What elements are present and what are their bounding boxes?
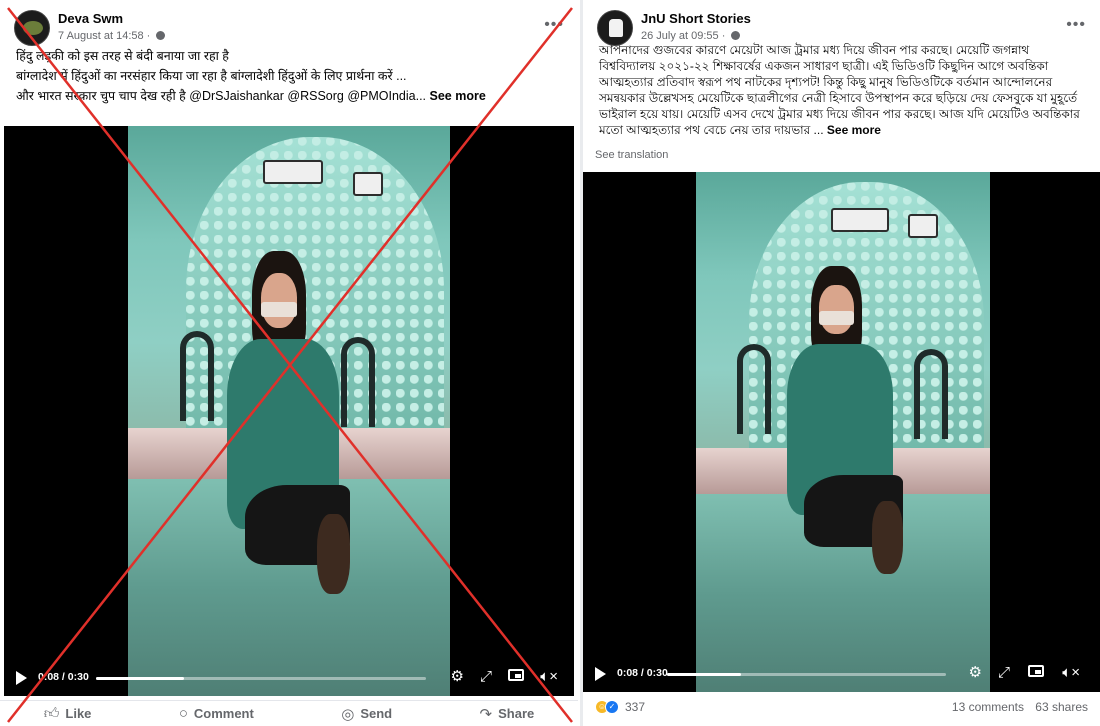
signboard	[263, 160, 324, 185]
post-actions: 👍︎ Like ○ Comment ◎ Send ↷ Share	[0, 700, 578, 726]
play-icon[interactable]	[595, 667, 606, 681]
comment-icon: ○	[178, 705, 188, 722]
globe-icon	[156, 31, 166, 40]
video-progress-fill	[96, 677, 185, 680]
post-header: Deva Swm 7 August at 14:58 · •••	[14, 10, 564, 50]
author-name[interactable]: Deva Swm	[58, 11, 123, 26]
video-player[interactable]: 0:08 / 0:30 ⚙ ⤢ 🔈︎×	[583, 172, 1100, 692]
signboard	[831, 208, 890, 233]
share-label: Share	[498, 706, 535, 721]
like-reaction-icon: ✓	[605, 700, 619, 714]
mouth-tape	[819, 311, 854, 325]
share-button[interactable]: ↷ Share	[480, 705, 535, 723]
see-translation-link[interactable]: See translation	[595, 149, 668, 161]
like-button[interactable]: 👍︎ Like	[44, 705, 92, 723]
comment-button[interactable]: ○ Comment	[179, 705, 254, 722]
post-text-line: बांग्लादेश में हिंदुओं का नरसंहार किया ज…	[16, 69, 407, 83]
face	[819, 285, 854, 335]
video-frame	[128, 126, 450, 696]
more-options-icon[interactable]: •••	[1066, 16, 1086, 34]
post-timestamp[interactable]: 26 July at 09:55 ·	[641, 30, 741, 42]
share-icon: ↷	[479, 705, 493, 723]
comment-count[interactable]: 13 comments	[952, 700, 1024, 714]
share-count[interactable]: 63 shares	[1035, 700, 1088, 714]
post-text-line-3: और भारत सरकार चुप चाप देख रही है @DrSJai…	[16, 89, 427, 103]
signboard	[353, 171, 384, 196]
signboard	[907, 213, 938, 238]
reactions[interactable]: ☺ ✓ 337	[595, 700, 645, 714]
kneeling-woman	[205, 251, 385, 616]
globe-icon	[731, 31, 741, 40]
video-controls: 0:08 / 0:30 ⚙ ⤢ 🔈︎×	[583, 656, 1100, 692]
volume-muted-icon[interactable]: 🔈︎×	[540, 669, 558, 685]
send-button[interactable]: ◎ Send	[341, 705, 392, 723]
sandal	[317, 514, 350, 595]
engagement-counts: 13 comments 63 shares	[944, 700, 1088, 714]
post-text: আপনাদের গুজবের কারণে মেয়েটা আজ ট্রমার ম…	[599, 42, 1088, 138]
kneeling-woman	[767, 265, 938, 594]
expand-icon[interactable]: ⤢	[998, 665, 1010, 681]
post-timestamp[interactable]: 7 August at 14:58 ·	[58, 30, 166, 42]
video-progress-bar[interactable]	[667, 673, 946, 676]
video-progress-bar[interactable]	[96, 677, 426, 680]
pip-icon[interactable]	[1028, 665, 1044, 681]
post-text-line: हिंदु लड़की को इस तरह से बंदी बनाया जा र…	[16, 49, 229, 63]
avatar-image	[609, 19, 623, 37]
pip-icon[interactable]	[508, 669, 524, 685]
play-icon[interactable]	[16, 671, 27, 685]
gear-icon[interactable]: ⚙	[969, 665, 982, 681]
expand-icon[interactable]: ⤢	[480, 669, 492, 685]
gear-icon[interactable]: ⚙	[451, 669, 464, 685]
post-text: हिंदु लड़की को इस तरह से बंदी बनाया जा र…	[16, 46, 566, 106]
video-player[interactable]: 0:08 / 0:30 ⚙ ⤢ 🔈︎×	[4, 126, 574, 696]
more-options-icon[interactable]: •••	[544, 16, 564, 34]
face	[261, 273, 298, 328]
video-frame	[696, 172, 990, 692]
timestamp-text: 26 July at 09:55 ·	[641, 30, 726, 42]
post-text-line: और भारत सरकार चुप चाप देख रही है @DrSJai…	[16, 86, 566, 106]
reaction-count[interactable]: 337	[625, 700, 645, 714]
see-more-link[interactable]: See more	[827, 123, 881, 137]
avatar-image	[23, 21, 43, 35]
post-stats: ☺ ✓ 337 13 comments 63 shares	[595, 698, 1088, 720]
video-time: 0:08 / 0:30	[617, 667, 668, 679]
mouth-tape	[261, 302, 298, 318]
messenger-icon: ◎	[341, 705, 355, 723]
avatar[interactable]	[597, 10, 633, 46]
like-label: Like	[65, 706, 92, 721]
timestamp-text: 7 August at 14:58 ·	[58, 30, 151, 42]
see-more-link[interactable]: See more	[430, 89, 486, 103]
avatar[interactable]	[14, 10, 50, 46]
volume-muted-icon[interactable]: 🔈︎×	[1062, 665, 1080, 681]
video-controls: 0:08 / 0:30 ⚙ ⤢ 🔈︎×	[4, 660, 574, 696]
sandal	[872, 501, 903, 574]
like-icon: 👍︎	[43, 704, 60, 722]
left-post: Deva Swm 7 August at 14:58 · ••• हिंदु ल…	[0, 0, 578, 726]
comment-label: Comment	[193, 706, 254, 721]
video-time: 0:08 / 0:30	[38, 671, 89, 683]
author-name[interactable]: JnU Short Stories	[641, 11, 751, 26]
video-progress-fill	[667, 673, 742, 676]
send-label: Send	[360, 706, 393, 721]
right-post: JnU Short Stories 26 July at 09:55 · •••…	[580, 0, 1100, 726]
